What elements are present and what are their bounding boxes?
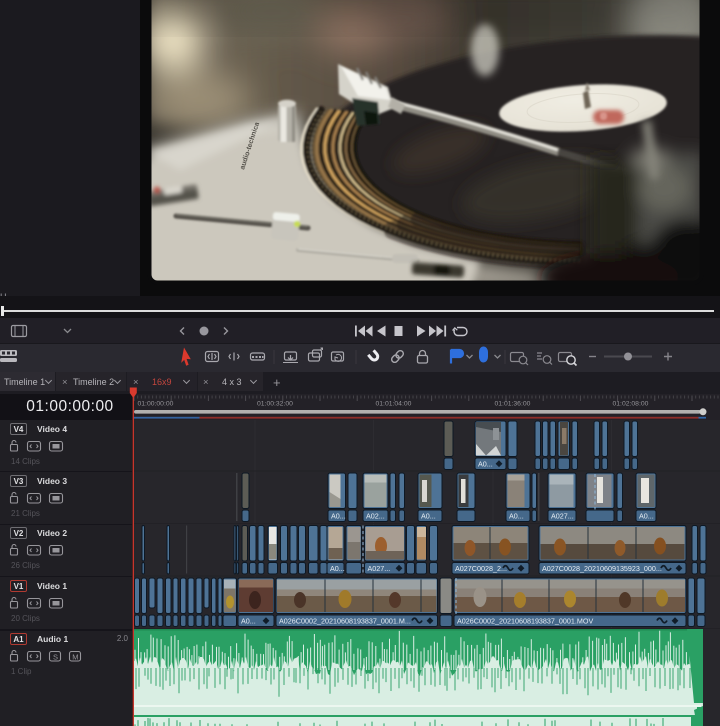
svg-text:A026C0002_20210608193837_0001.: A026C0002_20210608193837_0001.M... xyxy=(279,617,411,626)
svg-text:01:01:04:00: 01:01:04:00 xyxy=(376,401,412,408)
svg-text:A0...: A0... xyxy=(331,512,346,521)
svg-text:A02...: A02... xyxy=(366,512,385,521)
svg-text:A0...: A0... xyxy=(421,512,436,521)
svg-text:A0...: A0... xyxy=(478,460,493,469)
svg-text:A0...: A0... xyxy=(330,564,345,573)
svg-text:01:00:32:00: 01:00:32:00 xyxy=(257,401,293,408)
svg-text:A027C0028_2...: A027C0028_2... xyxy=(455,564,507,573)
svg-text:01:02:08:00: 01:02:08:00 xyxy=(613,401,649,408)
svg-text:A0...: A0... xyxy=(509,512,524,521)
svg-text:01:01:36:00: 01:01:36:00 xyxy=(495,401,531,408)
svg-text:A027C0028_20210609135923_000..: A027C0028_20210609135923_000... xyxy=(542,564,662,573)
svg-text:A027...: A027... xyxy=(368,564,391,573)
svg-text:A0...: A0... xyxy=(241,617,256,626)
svg-text:A026C0002_20210608193837_0001.: A026C0002_20210608193837_0001.MOV xyxy=(457,617,593,626)
svg-text:01:00:00:00: 01:00:00:00 xyxy=(138,401,174,408)
svg-text:A027...: A027... xyxy=(551,512,574,521)
svg-text:A0...: A0... xyxy=(639,512,654,521)
